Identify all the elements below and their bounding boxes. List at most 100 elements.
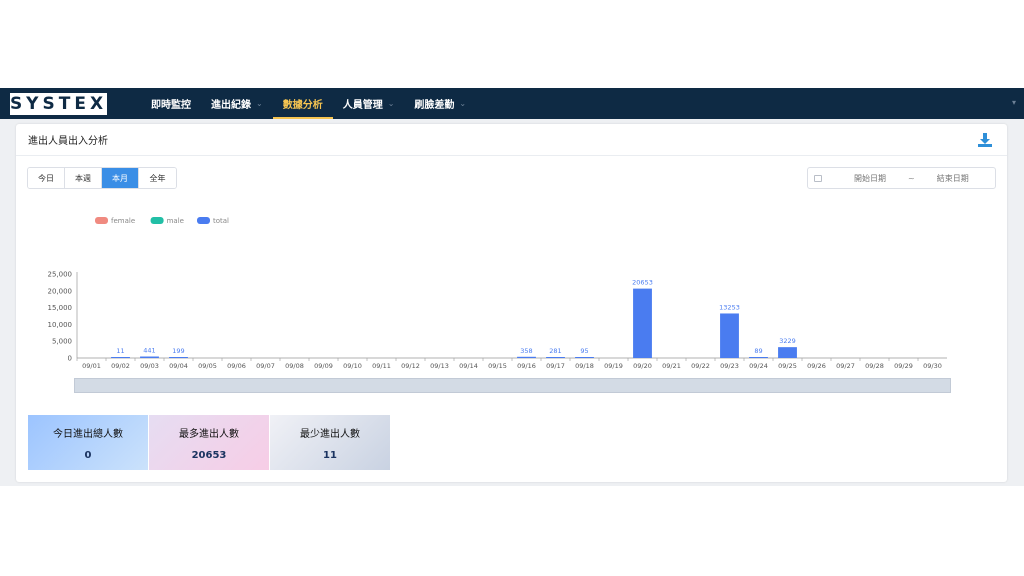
date-separator: ~ xyxy=(908,173,915,183)
card-header: 進出人員出入分析 xyxy=(16,124,1007,156)
x-tick-label: 09/09 xyxy=(314,362,333,370)
bar-data-label: 11 xyxy=(116,347,124,355)
nav-item-3[interactable]: 人員管理 ⌄ xyxy=(333,88,405,119)
card-title: 進出人員出入分析 xyxy=(28,136,108,147)
x-tick-label: 09/05 xyxy=(198,362,217,370)
y-tick-label: 20,000 xyxy=(48,287,73,295)
nav-item-4[interactable]: 刷臉差勤 ⌄ xyxy=(404,88,476,119)
nav-item-label: 刷臉差勤 xyxy=(414,100,455,111)
x-tick-label: 09/18 xyxy=(575,362,594,370)
bar-data-label: 3229 xyxy=(779,337,796,345)
chevron-down-icon[interactable]: ▾ xyxy=(1012,98,1016,107)
x-tick-label: 09/07 xyxy=(256,362,275,370)
period-tab-1[interactable]: 本週 xyxy=(65,168,102,188)
x-tick-label: 09/22 xyxy=(691,362,710,370)
stat-value: 11 xyxy=(323,449,337,461)
bar-total xyxy=(517,356,536,358)
legend-label: total xyxy=(213,217,229,225)
y-tick-label: 15,000 xyxy=(48,304,73,312)
legend-label: female xyxy=(111,217,135,225)
x-tick-label: 09/30 xyxy=(923,362,942,370)
x-tick-label: 09/10 xyxy=(343,362,362,370)
y-tick-label: 25,000 xyxy=(48,271,73,279)
bar-total xyxy=(546,357,565,358)
bar-total xyxy=(778,347,797,358)
bar-data-label: 89 xyxy=(754,347,762,355)
x-tick-label: 09/20 xyxy=(633,362,652,370)
chart-zoom-slider[interactable] xyxy=(74,378,951,393)
x-tick-label: 09/12 xyxy=(401,362,420,370)
nav-item-label: 進出紀錄 xyxy=(211,100,251,111)
x-tick-label: 09/15 xyxy=(488,362,507,370)
bar-total xyxy=(169,357,188,358)
calendar-icon xyxy=(814,174,822,182)
x-tick-label: 09/24 xyxy=(749,362,768,370)
nav-item-label: 數據分析 xyxy=(282,100,323,111)
legend-swatch xyxy=(197,217,210,224)
x-tick-label: 09/21 xyxy=(662,362,681,370)
stat-card-0: 今日進出總人數 0 xyxy=(28,415,148,470)
bar-data-label: 199 xyxy=(172,347,184,355)
legend-swatch xyxy=(95,217,108,224)
x-tick-label: 09/14 xyxy=(459,362,478,370)
x-tick-label: 09/23 xyxy=(720,362,739,370)
y-tick-label: 0 xyxy=(68,355,72,363)
bar-total xyxy=(575,357,594,358)
bar-total xyxy=(140,356,159,358)
x-tick-label: 09/25 xyxy=(778,362,797,370)
download-icon[interactable] xyxy=(977,132,993,148)
period-tab-0[interactable]: 今日 xyxy=(28,168,65,188)
nav-item-label: 人員管理 xyxy=(342,100,383,111)
bar-chart: female male total 0 5,000 10,000 15,000 20,000 2… xyxy=(48,217,947,370)
date-range-picker[interactable]: ~ xyxy=(807,167,996,189)
x-tick-label: 09/11 xyxy=(372,362,391,370)
bar-total xyxy=(749,357,768,358)
x-tick-label: 09/04 xyxy=(169,362,188,370)
period-tab-3[interactable]: 全年 xyxy=(139,168,176,188)
x-tick-label: 09/08 xyxy=(285,362,304,370)
bar-data-label: 358 xyxy=(520,347,532,355)
analysis-card: 進出人員出入分析 今日本週本月全年 ~ female male total 0 5,00… xyxy=(16,124,1007,482)
chevron-down-icon: ⌄ xyxy=(387,99,395,108)
period-tab-2[interactable]: 本月 xyxy=(102,168,139,188)
start-date-input[interactable] xyxy=(842,173,898,183)
x-tick-label: 09/16 xyxy=(517,362,536,370)
x-tick-label: 09/29 xyxy=(894,362,913,370)
bar-data-label: 20653 xyxy=(632,279,653,287)
stat-value: 20653 xyxy=(191,449,227,461)
x-tick-label: 09/13 xyxy=(430,362,449,370)
stat-label: 今日進出總人數 xyxy=(53,428,123,440)
x-tick-label: 09/28 xyxy=(865,362,884,370)
chevron-down-icon: ⌄ xyxy=(459,99,467,108)
end-date-input[interactable] xyxy=(924,173,981,183)
x-tick-label: 09/19 xyxy=(604,362,623,370)
x-tick-label: 09/03 xyxy=(140,362,159,370)
y-tick-label: 5,000 xyxy=(52,338,72,346)
x-tick-label: 09/06 xyxy=(227,362,246,370)
nav-item-1[interactable]: 進出紀錄 ⌄ xyxy=(201,88,273,119)
stat-card-1: 最多進出人數 20653 xyxy=(149,415,269,470)
nav-item-2[interactable]: 數據分析 xyxy=(272,88,333,119)
x-tick-label: 09/01 xyxy=(82,362,101,370)
x-tick-label: 09/27 xyxy=(836,362,855,370)
stats-row: 今日進出總人數 0 最多進出人數 20653 最少進出人數 11 xyxy=(28,415,391,470)
x-tick-label: 09/17 xyxy=(546,362,565,370)
stat-label: 最少進出人數 xyxy=(300,428,360,440)
top-navbar: SYSTEX 即時監控 進出紀錄 ⌄ 數據分析 人員管理 ⌄ 刷臉差勤 ⌄ ▾ xyxy=(0,88,1024,119)
bar-data-label: 441 xyxy=(143,347,155,355)
x-tick-label: 09/02 xyxy=(111,362,130,370)
stat-value: 0 xyxy=(84,449,92,461)
legend-label: male xyxy=(167,217,184,225)
bar-data-label: 95 xyxy=(580,347,588,355)
stat-card-2: 最少進出人數 11 xyxy=(270,415,390,470)
x-tick-label: 09/26 xyxy=(807,362,826,370)
systex-logo[interactable]: SYSTEX xyxy=(10,92,107,115)
nav-item-0[interactable]: 即時監控 xyxy=(141,88,201,119)
stat-label: 最多進出人數 xyxy=(179,428,239,440)
bar-total xyxy=(111,357,130,358)
main-nav: 即時監控 進出紀錄 ⌄ 數據分析 人員管理 ⌄ 刷臉差勤 ⌄ xyxy=(141,88,476,119)
nav-item-label: 即時監控 xyxy=(151,100,191,111)
chevron-down-icon: ⌄ xyxy=(256,99,263,108)
period-selector: 今日 本週 本月 全年 xyxy=(27,167,177,189)
bar-total xyxy=(720,313,739,358)
